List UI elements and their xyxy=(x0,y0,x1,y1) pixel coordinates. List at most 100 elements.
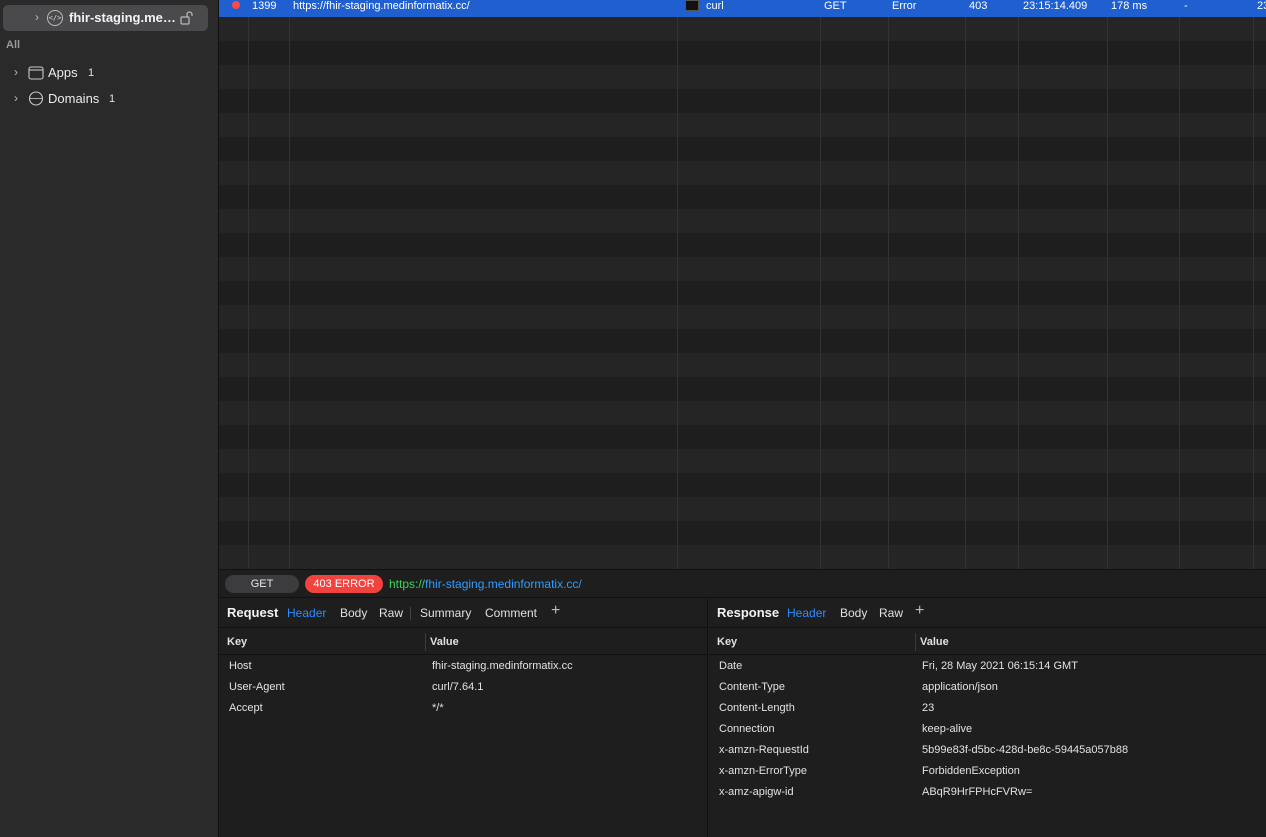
table-row[interactable] xyxy=(219,257,1266,281)
table-row[interactable] xyxy=(219,233,1266,257)
chevron-right-icon[interactable]: › xyxy=(14,91,18,105)
table-row[interactable] xyxy=(219,449,1266,473)
column-divider xyxy=(1018,0,1019,569)
response-pane: Response Header Body Raw + Key Value Dat… xyxy=(709,599,1266,837)
request-title: Request xyxy=(227,605,279,620)
table-row[interactable]: Content-Length 23 xyxy=(709,698,1266,719)
add-tab-plus-icon[interactable]: + xyxy=(915,602,924,620)
header-key: x-amzn-RequestId xyxy=(719,744,809,756)
cell-size: - xyxy=(1184,0,1188,12)
sidebar: › </> fhir-staging.me… All › Apps 1 › Do… xyxy=(0,0,219,837)
sidebar-item-apps[interactable]: › Apps 1 xyxy=(0,62,218,84)
tab-divider xyxy=(410,607,411,620)
header-key: x-amzn-ErrorType xyxy=(719,765,808,777)
tab-response-header[interactable]: Header xyxy=(787,606,826,620)
table-row[interactable]: Connection keep-alive xyxy=(709,719,1266,740)
cell-extra: 23 xyxy=(1257,0,1266,12)
sidebar-host-label: fhir-staging.me… xyxy=(69,10,176,25)
folder-icon xyxy=(28,66,44,80)
error-status-dot-icon xyxy=(232,1,240,9)
url-scheme: https:// xyxy=(389,577,426,591)
table-row[interactable] xyxy=(219,425,1266,449)
terminal-icon xyxy=(685,0,699,11)
table-row[interactable]: Content-Type application/json xyxy=(709,677,1266,698)
value-column-header: Value xyxy=(920,636,949,648)
table-row-selected[interactable]: 1399 https://fhir-staging.medinformatix.… xyxy=(219,0,1266,17)
sidebar-item-domains[interactable]: › Domains 1 xyxy=(0,88,218,110)
table-row[interactable] xyxy=(219,113,1266,137)
cell-duration: 178 ms xyxy=(1111,0,1148,12)
column-divider xyxy=(1107,0,1108,569)
chevron-right-icon[interactable]: › xyxy=(14,65,18,79)
request-table[interactable]: 1399 https://fhir-staging.medinformatix.… xyxy=(219,0,1266,569)
value-column-header: Value xyxy=(430,636,459,648)
table-row[interactable] xyxy=(219,497,1266,521)
header-key: Date xyxy=(719,660,743,672)
tab-request-summary[interactable]: Summary xyxy=(420,606,471,620)
table-row[interactable] xyxy=(219,521,1266,545)
table-row[interactable] xyxy=(219,161,1266,185)
table-row[interactable] xyxy=(219,545,1266,569)
add-tab-plus-icon[interactable]: + xyxy=(551,602,560,620)
sidebar-item-selected-host[interactable]: › </> fhir-staging.me… xyxy=(3,5,208,31)
table-row[interactable] xyxy=(219,473,1266,497)
table-row[interactable] xyxy=(219,137,1266,161)
unlock-icon[interactable] xyxy=(180,11,194,25)
globe-icon xyxy=(28,91,44,106)
table-row[interactable]: Host fhir-staging.medinformatix.cc xyxy=(219,656,707,677)
header-value: 23 xyxy=(922,702,935,714)
table-row[interactable]: Date Fri, 28 May 2021 06:15:14 GMT xyxy=(709,656,1266,677)
cell-client: curl xyxy=(706,0,724,12)
code-icon: </> xyxy=(47,10,63,26)
tab-request-body[interactable]: Body xyxy=(340,606,367,620)
header-value: application/json xyxy=(922,681,998,693)
header-key: x-amz-apigw-id xyxy=(719,786,794,798)
table-row[interactable] xyxy=(219,17,1266,41)
tab-response-body[interactable]: Body xyxy=(840,606,867,620)
table-row[interactable] xyxy=(219,89,1266,113)
header-key: Host xyxy=(229,660,252,672)
table-row[interactable] xyxy=(219,281,1266,305)
header-key: Accept xyxy=(229,702,263,714)
header-value: ForbiddenException xyxy=(922,765,1020,777)
tab-response-raw[interactable]: Raw xyxy=(879,606,903,620)
column-divider xyxy=(915,633,916,651)
cell-url: https://fhir-staging.medinformatix.cc/ xyxy=(293,0,470,12)
table-row[interactable]: x-amzn-ErrorType ForbiddenException xyxy=(709,761,1266,782)
request-tabs: Request Header Body Raw Summary Comment … xyxy=(219,599,707,628)
chevron-right-icon[interactable]: › xyxy=(35,10,39,24)
table-row[interactable] xyxy=(219,65,1266,89)
header-value: 5b99e83f-d5bc-428d-be8c-59445a057b88 xyxy=(922,744,1129,756)
response-header-table-head: Key Value xyxy=(709,629,1266,655)
sidebar-item-count: 1 xyxy=(88,67,95,79)
method-badge: GET xyxy=(225,575,299,593)
table-row[interactable] xyxy=(219,305,1266,329)
table-row[interactable] xyxy=(219,329,1266,353)
column-divider xyxy=(965,0,966,569)
sidebar-section-all: All xyxy=(6,39,21,51)
table-row[interactable]: x-amz-apigw-id ABqR9HrFPHcFVRw= xyxy=(709,782,1266,803)
table-row[interactable] xyxy=(219,401,1266,425)
key-column-header: Key xyxy=(227,636,248,648)
header-value: keep-alive xyxy=(922,723,973,735)
table-row[interactable]: User-Agent curl/7.64.1 xyxy=(219,677,707,698)
cell-method: GET xyxy=(824,0,847,12)
column-divider xyxy=(888,0,889,569)
table-row[interactable] xyxy=(219,377,1266,401)
table-row[interactable] xyxy=(219,353,1266,377)
header-value: ABqR9HrFPHcFVRw= xyxy=(922,786,1033,798)
table-row[interactable]: Accept */* xyxy=(219,698,707,719)
table-row[interactable] xyxy=(219,185,1266,209)
column-divider xyxy=(1179,0,1180,569)
request-summary-bar: GET 403 ERROR https://fhir-staging.medin… xyxy=(219,569,1266,598)
table-row[interactable] xyxy=(219,209,1266,233)
request-header-table-head: Key Value xyxy=(219,629,707,655)
table-row[interactable]: x-amzn-RequestId 5b99e83f-d5bc-428d-be8c… xyxy=(709,740,1266,761)
tab-request-raw[interactable]: Raw xyxy=(379,606,403,620)
tab-request-comment[interactable]: Comment xyxy=(485,606,537,620)
header-key: User-Agent xyxy=(229,681,285,693)
tab-request-header[interactable]: Header xyxy=(287,606,326,620)
request-url[interactable]: https://fhir-staging.medinformatix.cc/ xyxy=(389,577,582,591)
table-row[interactable] xyxy=(219,41,1266,65)
sidebar-item-label: Domains xyxy=(48,91,100,106)
